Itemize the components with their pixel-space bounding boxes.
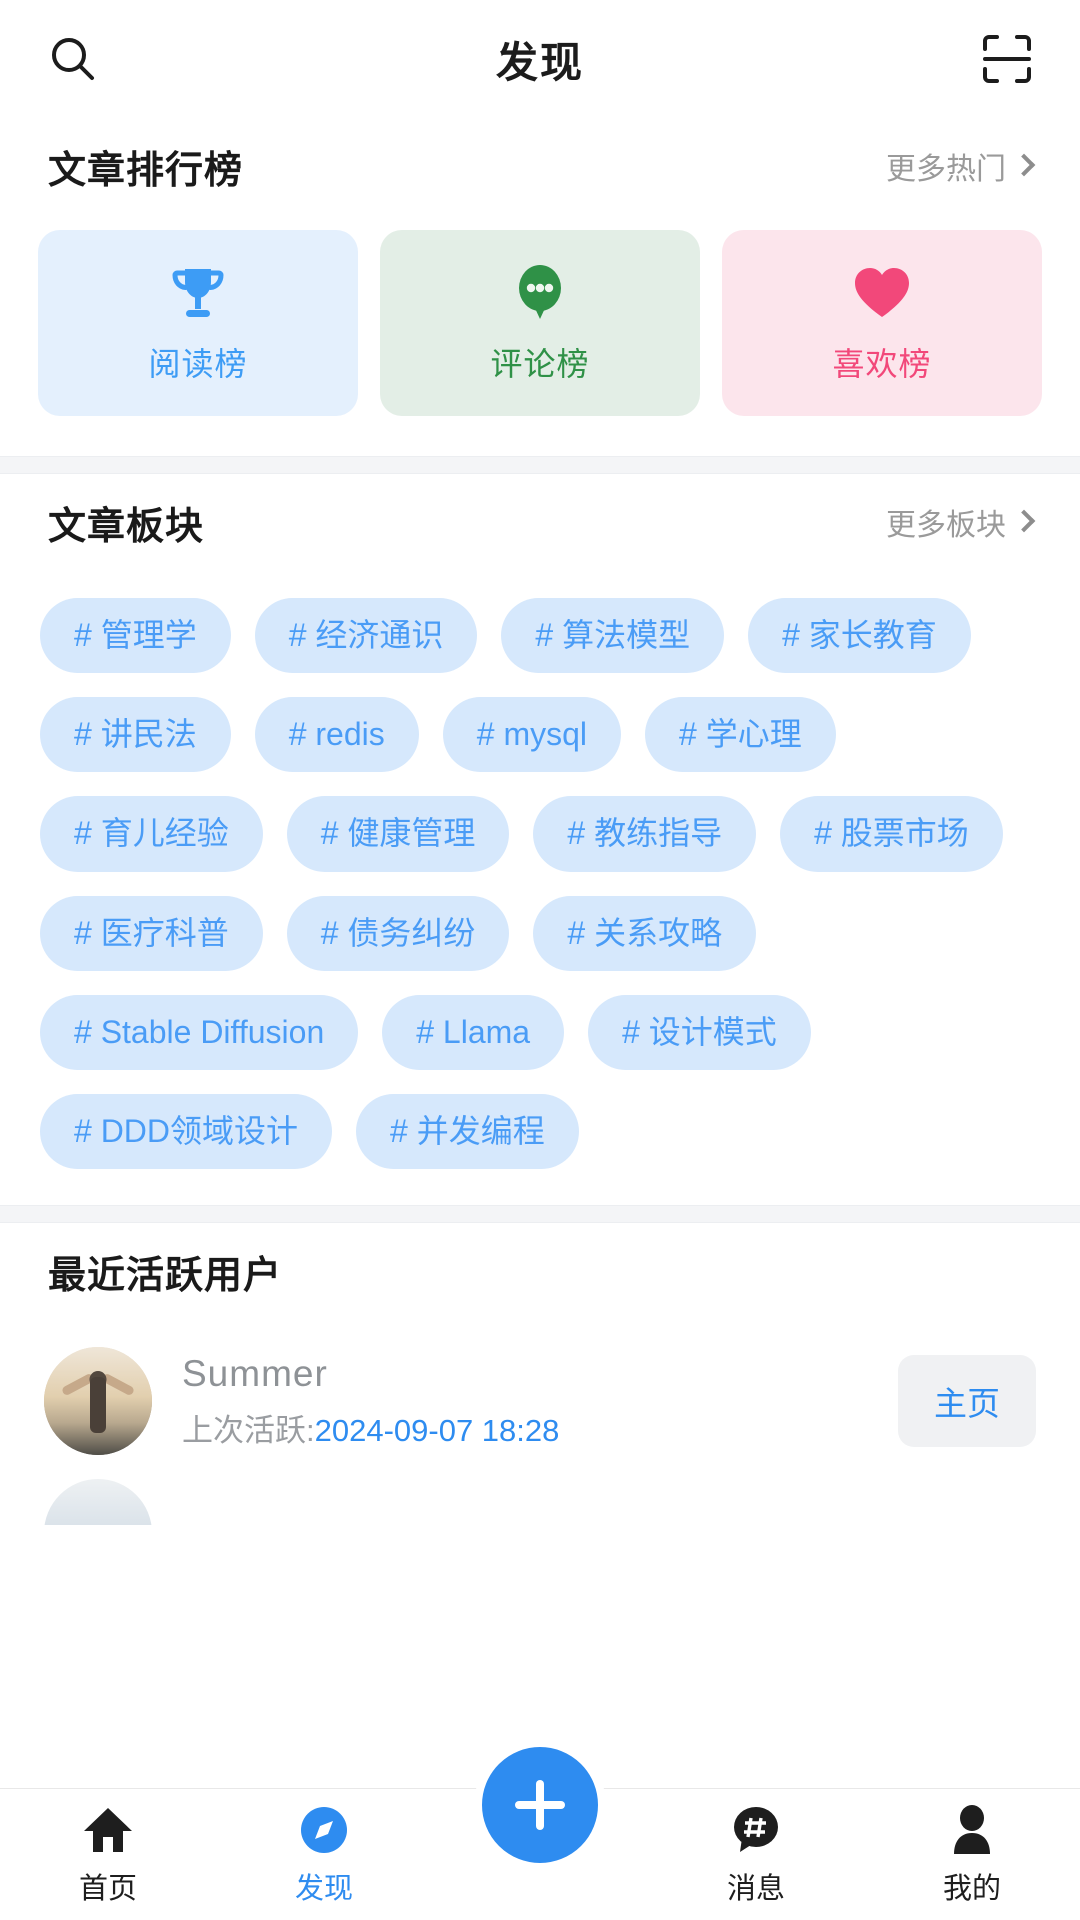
user-last-active: 上次活跃:2024-09-07 18:28 xyxy=(182,1405,868,1450)
tag-list: # 管理学 # 经济通识 # 算法模型 # 家长教育 # 讲民法 # redis… xyxy=(0,570,1080,1205)
rank-more-label: 更多热门 xyxy=(886,153,1006,186)
section-divider xyxy=(0,1205,1080,1224)
rank-card-comment[interactable]: 评论榜 xyxy=(380,230,700,416)
tag-chip[interactable]: # 健康管理 xyxy=(286,796,510,872)
plus-icon xyxy=(515,1780,565,1830)
tab-label: 发现 xyxy=(294,1873,353,1905)
tag-chip[interactable]: # 设计模式 xyxy=(588,994,811,1070)
tag-chip[interactable]: # 并发编程 xyxy=(356,1093,579,1170)
tag-chip[interactable]: # mysql xyxy=(442,697,621,773)
tag-chip[interactable]: # 教练指导 xyxy=(533,796,757,872)
rank-card-row: 阅读榜 评论榜 喜欢榜 xyxy=(0,214,1080,456)
tag-chip[interactable]: # 股票市场 xyxy=(780,796,1003,872)
tag-chip[interactable]: # 讲民法 xyxy=(40,697,231,773)
user-last-active-time: 2024-09-07 18:28 xyxy=(314,1412,560,1448)
app-header: 发现 xyxy=(0,0,1080,118)
avatar xyxy=(44,1479,152,1526)
user-homepage-button[interactable]: 主页 xyxy=(898,1355,1036,1448)
tab-label: 我的 xyxy=(942,1873,1001,1905)
chevron-right-icon xyxy=(1012,153,1036,177)
heart-icon xyxy=(851,261,913,323)
tag-chip[interactable]: # 债务纠纷 xyxy=(286,895,510,971)
search-icon[interactable] xyxy=(42,28,104,90)
user-meta: Summer 上次活跃:2024-09-07 18:28 xyxy=(182,1353,868,1450)
tag-chip[interactable]: # redis xyxy=(254,697,419,773)
avatar-figure-body xyxy=(90,1377,106,1434)
tag-more-link[interactable]: 更多板块 xyxy=(886,500,1036,544)
app-screen: 发现 文章排行榜 更多热门 阅读榜 评论榜 喜欢榜 文章板块 更多板块 # 管理… xyxy=(0,0,1080,1920)
avatar xyxy=(44,1347,152,1456)
rank-card-label: 喜欢榜 xyxy=(832,346,932,382)
rank-card-label: 评论榜 xyxy=(490,346,590,382)
tab-home[interactable]: 首页 xyxy=(0,1803,216,1907)
tag-chip[interactable]: # 经济通识 xyxy=(254,598,478,674)
user-name: Summer xyxy=(182,1352,328,1394)
rank-card-label: 阅读榜 xyxy=(148,346,248,382)
trophy-icon xyxy=(168,261,228,323)
tab-label: 首页 xyxy=(78,1873,137,1905)
page-title: 发现 xyxy=(495,38,584,86)
tag-chip[interactable]: # 管理学 xyxy=(40,598,231,674)
tag-chip[interactable]: # DDD领域设计 xyxy=(40,1093,333,1170)
rank-more-link[interactable]: 更多热门 xyxy=(886,144,1036,188)
tab-discover[interactable]: 发现 xyxy=(216,1803,432,1907)
person-icon xyxy=(948,1803,996,1857)
compass-icon xyxy=(299,1803,349,1857)
users-section-header: 最近活跃用户 xyxy=(0,1223,1080,1319)
tag-chip[interactable]: # 家长教育 xyxy=(748,598,971,674)
section-divider xyxy=(0,456,1080,474)
tag-chip[interactable]: # Stable Diffusion xyxy=(40,994,359,1070)
tag-chip[interactable]: # 育儿经验 xyxy=(40,796,263,872)
tab-label: 消息 xyxy=(726,1873,785,1905)
tag-chip[interactable]: # 算法模型 xyxy=(501,598,725,674)
tag-section-title: 文章板块 xyxy=(48,505,205,548)
rank-section-title: 文章排行榜 xyxy=(48,149,244,192)
rank-section-header: 文章排行榜 更多热门 xyxy=(0,118,1080,214)
user-last-active-label: 上次活跃: xyxy=(182,1412,315,1448)
user-list-item[interactable]: Summer 上次活跃:2024-09-07 18:28 主页 xyxy=(0,1319,1080,1465)
compose-fab-button[interactable] xyxy=(474,1739,606,1871)
tag-chip[interactable]: # 关系攻略 xyxy=(533,895,757,971)
tag-chip[interactable]: # 学心理 xyxy=(645,697,836,773)
home-icon xyxy=(82,1803,134,1857)
tab-messages[interactable]: 消息 xyxy=(648,1803,864,1907)
tag-more-label: 更多板块 xyxy=(886,509,1006,542)
comment-bubble-icon xyxy=(512,261,568,323)
chevron-right-icon xyxy=(1012,509,1036,533)
bottom-tabbar: 首页 发现 消息 我的 xyxy=(0,1739,1080,1920)
tag-chip[interactable]: # Llama xyxy=(382,994,565,1070)
tab-profile[interactable]: 我的 xyxy=(864,1803,1080,1907)
tag-chip[interactable]: # 医疗科普 xyxy=(40,895,263,971)
message-hash-icon xyxy=(730,1803,782,1857)
rank-card-reading[interactable]: 阅读榜 xyxy=(38,230,358,416)
rank-card-like[interactable]: 喜欢榜 xyxy=(722,230,1042,416)
users-section-title: 最近活跃用户 xyxy=(48,1254,283,1297)
scan-icon[interactable] xyxy=(976,28,1038,90)
tag-section-header: 文章板块 更多板块 xyxy=(0,474,1080,570)
user-list-item-partial[interactable] xyxy=(0,1465,1080,1526)
